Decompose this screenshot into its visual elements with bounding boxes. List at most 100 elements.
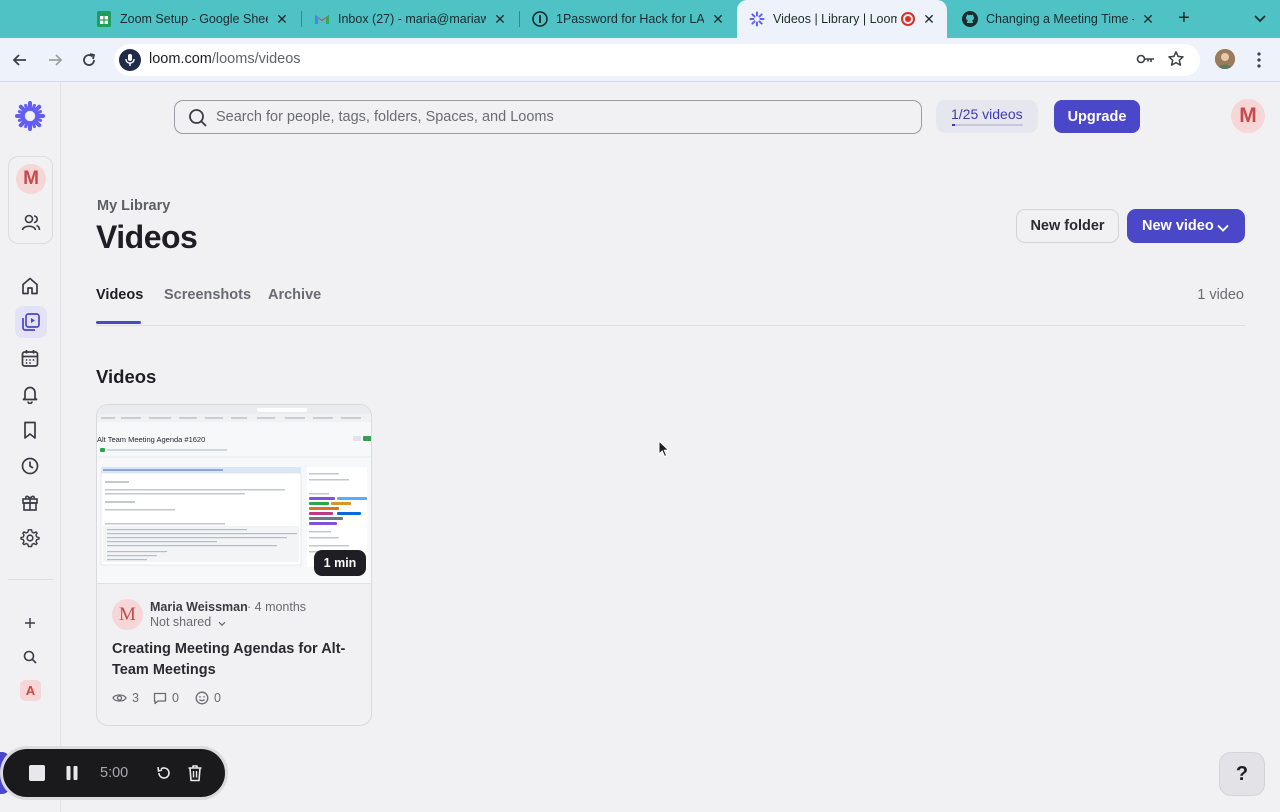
- search-input[interactable]: Search for people, tags, folders, Spaces…: [174, 100, 922, 134]
- bookmark-icon[interactable]: [16, 416, 44, 444]
- people-icon[interactable]: [17, 209, 45, 237]
- active-tab-indicator: [96, 321, 141, 324]
- video-title[interactable]: Creating Meeting Agendas for Alt-Team Me…: [112, 639, 360, 681]
- close-icon[interactable]: ✕: [921, 11, 937, 28]
- share-status-dropdown[interactable]: Not shared: [150, 615, 226, 630]
- mouse-cursor-icon: [658, 439, 670, 463]
- recording-indicator-icon: [901, 12, 915, 26]
- video-quota-bar: [952, 124, 1023, 126]
- new-video-button[interactable]: New video: [1127, 209, 1245, 243]
- workspace-avatar[interactable]: M: [16, 164, 46, 194]
- tab-screenshots[interactable]: Screenshots: [164, 287, 251, 303]
- tab-archive[interactable]: Archive: [268, 287, 321, 303]
- pause-icon: [66, 766, 78, 780]
- library-videos-icon[interactable]: [15, 306, 47, 338]
- comments-count: 0: [172, 691, 179, 705]
- delete-recording-button[interactable]: [185, 763, 205, 783]
- close-icon[interactable]: ✕: [1140, 11, 1156, 28]
- thumbnail-heading: Alt Team Meeting Agenda #1620: [97, 435, 205, 444]
- reactions-stat: 0: [195, 691, 221, 705]
- section-title: Videos: [96, 366, 157, 387]
- browser-tab-title: Videos | Library | Loom: [773, 12, 897, 26]
- home-icon[interactable]: [16, 272, 44, 300]
- browser-profile-avatar[interactable]: [1215, 49, 1235, 69]
- search-icon[interactable]: [16, 643, 44, 671]
- stop-icon: [29, 765, 45, 781]
- recording-time: 5:00: [100, 765, 129, 781]
- browser-menu-icon[interactable]: [1250, 50, 1268, 70]
- password-key-icon[interactable]: [1136, 51, 1156, 72]
- github-icon: [962, 11, 978, 27]
- loom-icon: [749, 11, 765, 27]
- browser-tab-loom[interactable]: Videos | Library | Loom ✕: [737, 0, 947, 38]
- site-info-icon[interactable]: [119, 49, 141, 71]
- calendar-icon[interactable]: [16, 344, 44, 372]
- browser-tab-sheets[interactable]: Zoom Setup - Google Shee ✕: [84, 0, 300, 38]
- video-quota-indicator[interactable]: 1/25 videos: [936, 100, 1038, 133]
- browser-tab-github[interactable]: Changing a Meeting Time - I ✕: [950, 0, 1166, 38]
- gift-icon[interactable]: [16, 488, 44, 516]
- plus-icon[interactable]: [16, 609, 44, 637]
- video-quota-fill: [952, 124, 955, 126]
- new-folder-button[interactable]: New folder: [1016, 209, 1119, 243]
- breadcrumb[interactable]: My Library: [97, 198, 170, 214]
- search-placeholder: Search for people, tags, folders, Spaces…: [216, 109, 554, 125]
- gear-icon[interactable]: [16, 524, 44, 552]
- new-tab-button[interactable]: +: [1174, 8, 1194, 28]
- comments-stat: 0: [153, 691, 179, 705]
- url-text: loom.com/looms/videos: [149, 51, 301, 67]
- pause-recording-button[interactable]: [62, 763, 82, 783]
- clock-icon[interactable]: [16, 452, 44, 480]
- author-name: Maria Weissman: [150, 600, 248, 614]
- tab-videos[interactable]: Videos: [96, 287, 143, 303]
- duration-badge: 1 min: [314, 550, 366, 576]
- url-domain: loom.com: [149, 51, 212, 67]
- browser-tab-title: Zoom Setup - Google Shee: [120, 12, 268, 26]
- reactions-count: 0: [214, 691, 221, 705]
- browser-tab-title: 1Password for Hack for LA: [556, 12, 704, 26]
- search-icon: [188, 108, 208, 133]
- loom-logo-icon[interactable]: [14, 100, 46, 132]
- video-thumbnail[interactable]: Alt Team Meeting Agenda #1620 1 min: [97, 405, 371, 584]
- close-icon[interactable]: ✕: [710, 11, 726, 28]
- bookmark-star-icon[interactable]: [1167, 50, 1185, 73]
- video-quota-label: 1/25 videos: [951, 106, 1023, 122]
- forward-arrow-icon[interactable]: [45, 50, 65, 70]
- back-arrow-icon[interactable]: [10, 50, 30, 70]
- video-card[interactable]: Alt Team Meeting Agenda #1620 1 min M Ma…: [96, 404, 372, 726]
- smiley-icon: [195, 691, 209, 705]
- browser-tab-gmail[interactable]: Inbox (27) - maria@mariaw ✕: [302, 0, 518, 38]
- tab-search-chevron-icon[interactable]: [1250, 9, 1270, 29]
- user-avatar[interactable]: M: [1231, 99, 1265, 133]
- tabs-divider: [96, 325, 1245, 326]
- help-button[interactable]: ?: [1219, 752, 1265, 796]
- gmail-icon: [314, 11, 330, 27]
- close-icon[interactable]: ✕: [274, 11, 290, 28]
- close-icon[interactable]: ✕: [492, 11, 508, 28]
- 1password-icon: [532, 11, 548, 27]
- bell-icon[interactable]: [16, 380, 44, 408]
- restart-icon: [157, 766, 170, 779]
- restart-recording-button[interactable]: [154, 763, 174, 783]
- address-bar[interactable]: loom.com/looms/videos: [114, 44, 1200, 76]
- chevron-down-icon: [1217, 220, 1229, 236]
- stop-recording-button[interactable]: [27, 763, 47, 783]
- recording-controls: 5:00: [0, 746, 228, 800]
- reload-icon[interactable]: [79, 50, 99, 70]
- url-path: /looms/videos: [211, 51, 301, 67]
- chevron-down-icon: [218, 616, 226, 630]
- comment-icon: [153, 692, 167, 704]
- sidebar-divider: [8, 579, 53, 580]
- browser-tab-title: Inbox (27) - maria@mariaw: [338, 12, 486, 26]
- browser-tab-1password[interactable]: 1Password for Hack for LA ✕: [520, 0, 736, 38]
- eye-icon: [112, 694, 127, 702]
- video-age: · 4 months: [247, 600, 307, 614]
- share-status-label: Not shared: [150, 615, 212, 629]
- upgrade-button[interactable]: Upgrade: [1054, 100, 1140, 133]
- views-stat: 3: [112, 691, 139, 705]
- app-shortcut-avatar[interactable]: A: [20, 680, 41, 701]
- page-title: Videos: [96, 219, 198, 255]
- video-age-text: 4 months: [254, 600, 307, 614]
- video-count: 1 video: [1197, 287, 1244, 303]
- trash-icon: [188, 765, 202, 782]
